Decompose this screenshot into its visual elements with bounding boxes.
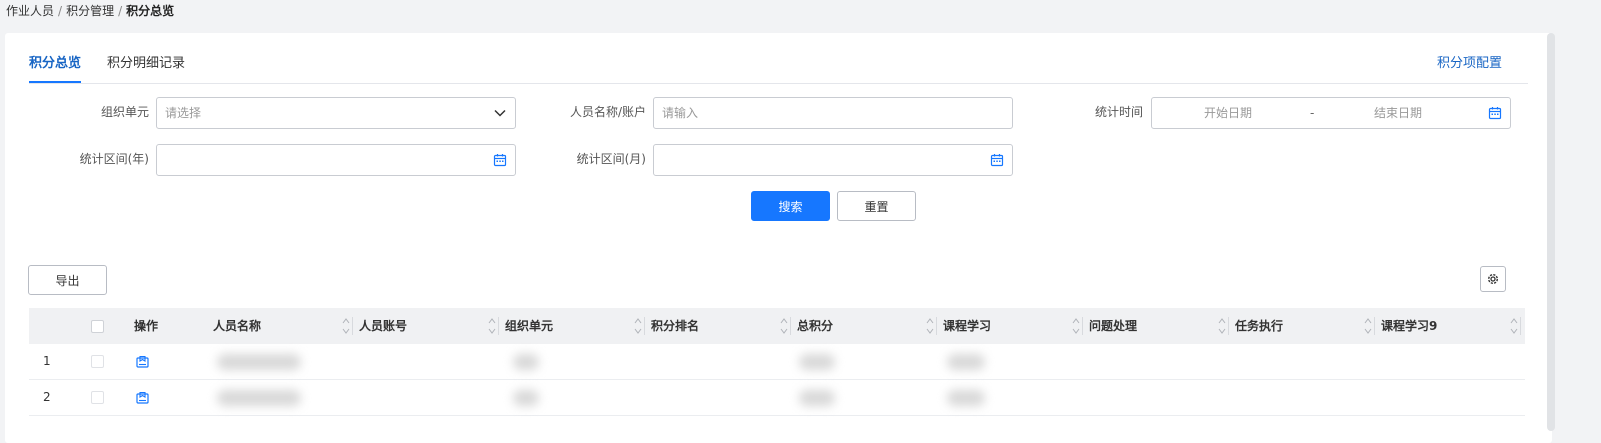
- column-header-operation: 操作: [134, 319, 159, 333]
- redacted-person-name: [217, 390, 301, 406]
- month-range-picker[interactable]: [653, 144, 1013, 176]
- sort-icon[interactable]: [926, 317, 934, 335]
- row-checkbox[interactable]: [91, 355, 104, 368]
- stat-time-range-picker[interactable]: 开始日期 - 结束日期: [1151, 97, 1511, 129]
- column-header-points-rank[interactable]: 积分排名: [651, 308, 796, 344]
- org-unit-select[interactable]: 请选择: [156, 97, 516, 129]
- column-header-course-study[interactable]: 课程学习: [943, 308, 1088, 344]
- year-range-picker[interactable]: [156, 144, 516, 176]
- row-checkbox[interactable]: [91, 391, 104, 404]
- export-button[interactable]: 导出: [28, 265, 107, 295]
- breadcrumb-item-workers[interactable]: 作业人员: [6, 4, 54, 18]
- redacted-course-study: [947, 390, 985, 406]
- page-scrollbar[interactable]: [1547, 33, 1555, 431]
- reset-button[interactable]: 重置: [837, 191, 916, 221]
- row-index: 2: [43, 390, 51, 404]
- column-settings-button[interactable]: [1480, 266, 1506, 292]
- edit-icon[interactable]: [136, 391, 149, 404]
- sort-icon[interactable]: [1510, 317, 1518, 335]
- tab-points-overview[interactable]: 积分总览: [29, 51, 82, 83]
- column-divider: [936, 317, 937, 335]
- column-divider: [352, 317, 353, 335]
- person-input[interactable]: 请输入: [653, 97, 1013, 129]
- calendar-icon: [493, 154, 507, 167]
- breadcrumb: 作业人员 / 积分管理 / 积分总览: [6, 3, 174, 19]
- org-unit-label: 组织单元: [100, 105, 149, 119]
- end-date-placeholder: 结束日期: [1374, 106, 1423, 120]
- redacted-org-unit: [513, 354, 539, 370]
- year-range-label: 统计区间(年): [79, 152, 149, 166]
- column-divider: [1374, 317, 1375, 335]
- search-button[interactable]: 搜索: [751, 191, 830, 221]
- column-divider: [1228, 317, 1229, 335]
- edit-icon[interactable]: [136, 355, 149, 368]
- redacted-total-points: [799, 390, 835, 406]
- stat-time-label: 统计时间: [1094, 105, 1143, 119]
- table-row[interactable]: 2: [29, 380, 1525, 416]
- select-all-checkbox[interactable]: [91, 320, 104, 333]
- column-header-course-study-9[interactable]: 课程学习9: [1381, 308, 1526, 344]
- org-unit-placeholder: 请选择: [165, 106, 202, 120]
- table-row[interactable]: 1: [29, 344, 1525, 380]
- start-date-placeholder: 开始日期: [1204, 106, 1253, 120]
- breadcrumb-item-points-mgmt[interactable]: 积分管理: [66, 4, 114, 18]
- person-label: 人员名称/账户: [569, 105, 646, 119]
- column-divider: [1520, 317, 1521, 335]
- column-header-org-unit[interactable]: 组织单元: [505, 308, 650, 344]
- column-header-person-name[interactable]: 人员名称: [213, 308, 358, 344]
- gear-icon: [1487, 273, 1499, 285]
- redacted-person-name: [217, 354, 301, 370]
- breadcrumb-current: 积分总览: [126, 4, 175, 18]
- column-divider: [1082, 317, 1083, 335]
- calendar-icon: [990, 154, 1004, 167]
- sort-icon[interactable]: [488, 317, 496, 335]
- column-divider: [644, 317, 645, 335]
- sort-icon[interactable]: [780, 317, 788, 335]
- calendar-icon: [1488, 107, 1502, 120]
- person-placeholder: 请输入: [662, 106, 699, 120]
- points-config-link[interactable]: 积分项配置: [1437, 51, 1502, 77]
- sort-icon[interactable]: [1072, 317, 1080, 335]
- month-range-label: 统计区间(月): [576, 152, 646, 166]
- column-header-person-account[interactable]: 人员账号: [359, 308, 504, 344]
- column-divider: [498, 317, 499, 335]
- table-header: 操作 人员名称 人员账号 组织单元 积分排名 总积分 课程学习 问题处理 任务执…: [29, 308, 1525, 344]
- date-range-dash: -: [1310, 106, 1315, 120]
- main-card: 积分总览 积分明细记录 积分项配置 组织单元 请选择 人员名称/账户 请输入 统…: [5, 33, 1552, 443]
- column-header-total-points[interactable]: 总积分: [797, 308, 942, 344]
- breadcrumb-separator: /: [58, 4, 63, 18]
- tab-bar: 积分总览 积分明细记录 积分项配置: [29, 51, 1528, 84]
- breadcrumb-separator: /: [118, 4, 123, 18]
- redacted-org-unit: [513, 390, 539, 406]
- sort-icon[interactable]: [634, 317, 642, 335]
- column-header-issue-handling[interactable]: 问题处理: [1089, 308, 1234, 344]
- redacted-course-study: [947, 354, 985, 370]
- chevron-down-icon: [494, 109, 506, 117]
- tab-points-detail[interactable]: 积分明细记录: [107, 51, 185, 83]
- row-index: 1: [43, 354, 51, 368]
- column-header-task-execution[interactable]: 任务执行: [1235, 308, 1380, 344]
- sort-icon[interactable]: [342, 317, 350, 335]
- column-divider: [790, 317, 791, 335]
- redacted-total-points: [799, 354, 835, 370]
- sort-icon[interactable]: [1364, 317, 1372, 335]
- sort-icon[interactable]: [1218, 317, 1226, 335]
